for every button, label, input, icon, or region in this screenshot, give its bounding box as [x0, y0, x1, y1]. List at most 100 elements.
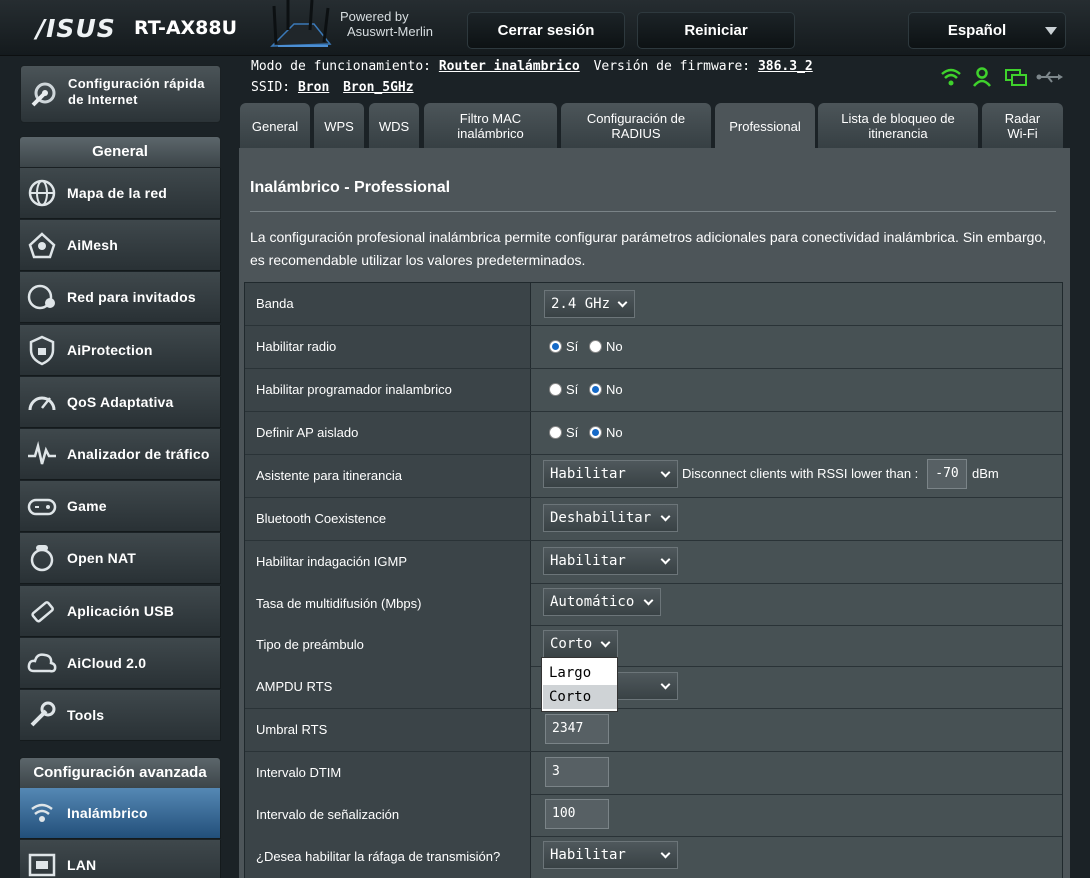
sidebar-item-aimesh[interactable]: AiMesh — [20, 220, 221, 272]
language-select[interactable]: Español — [908, 12, 1066, 49]
router-icon — [270, 0, 332, 47]
quick-setup-line-2: de Internet — [68, 92, 138, 107]
tab-configuraci-n-de[interactable]: Configuración de RADIUS — [561, 103, 711, 149]
chevron-down-icon — [600, 637, 611, 648]
gamepad-icon — [26, 490, 58, 522]
row-beacon: Intervalo de señalización 100 — [245, 794, 1062, 837]
rssi-input[interactable]: -70 — [927, 459, 967, 489]
igmp-value: Habilitar — [550, 553, 626, 569]
wifi-icon[interactable] — [941, 68, 961, 86]
tab-radar[interactable]: Radar Wi-Fi — [982, 103, 1063, 149]
ssid-24-link[interactable]: Bron — [298, 80, 329, 95]
rts-input[interactable]: 2347 — [545, 714, 609, 744]
sidebar-item-qos-adaptativa[interactable]: QoS Adaptativa — [20, 376, 221, 428]
row-rts: Umbral RTS 2347 — [245, 709, 1062, 752]
guest-network-icon — [26, 281, 58, 313]
sidebar-item-mapa-de-la-red[interactable]: Mapa de la red — [20, 168, 221, 219]
quick-setup-label: Configuración rápida de Internet — [68, 76, 205, 108]
chevron-down-icon — [660, 554, 671, 565]
dtim-input[interactable]: 3 — [545, 757, 609, 787]
roaming-select[interactable]: Habilitar — [543, 460, 678, 488]
operation-mode-line: Modo de funcionamiento: Router inalámbri… — [251, 59, 813, 74]
beacon-input[interactable]: 100 — [545, 799, 609, 829]
tab-wds[interactable]: WDS — [369, 103, 419, 149]
tab-label: Filtro MAC inalámbrico — [457, 111, 524, 141]
sidebar-section-advanced: Configuración avanzada — [19, 757, 221, 789]
scheduler-no-label: No — [606, 382, 623, 397]
preamble-label: Tipo de preámbulo — [245, 624, 531, 666]
radio-label: Habilitar radio — [245, 326, 531, 368]
preamble-dropdown-list: Largo Corto — [541, 657, 618, 712]
sidebar-item-inal-mbrico[interactable]: Inalámbrico — [20, 788, 221, 839]
preamble-option-largo[interactable]: Largo — [543, 661, 617, 685]
tab-lista-de-bloqueo-de[interactable]: Lista de bloqueo de itinerancia — [818, 103, 978, 149]
tab-professional[interactable]: Professional — [715, 103, 815, 149]
scheduler-yes-radio[interactable] — [549, 383, 562, 396]
sidebar-item-aiprotection[interactable]: AiProtection — [20, 324, 221, 376]
tab-general[interactable]: General — [240, 103, 310, 149]
wizard-icon — [31, 82, 56, 107]
wireless-icon — [26, 797, 58, 829]
wrench-icon — [26, 699, 58, 731]
ap-isolated-yes-radio[interactable] — [549, 426, 562, 439]
ap-isolated-no-radio[interactable] — [589, 426, 602, 439]
chevron-down-icon — [643, 595, 654, 606]
router-model: RT-AX88U — [134, 17, 238, 39]
quick-setup-line-1: Configuración rápida — [68, 76, 205, 91]
row-dtim: Intervalo DTIM 3 — [245, 752, 1062, 795]
tab-wps[interactable]: WPS — [314, 103, 364, 149]
preamble-option-corto[interactable]: Corto — [543, 685, 617, 709]
quick-internet-setup-button[interactable]: Configuración rápida de Internet — [20, 65, 221, 123]
radio-enable-no[interactable] — [589, 340, 602, 353]
sidebar-item-lan[interactable]: LAN — [20, 840, 221, 878]
user-icon[interactable] — [973, 67, 991, 87]
sidebar-item-open-nat[interactable]: Open NAT — [20, 533, 221, 585]
roaming-label: Asistente para itinerancia — [245, 455, 531, 497]
sidebar-item-tools[interactable]: Tools — [20, 690, 221, 741]
burst-select[interactable]: Habilitar — [543, 841, 678, 869]
devices-icon[interactable] — [1005, 69, 1027, 86]
sidebar-item-label: Analizador de tráfico — [67, 446, 210, 462]
preamble-select[interactable]: Corto — [543, 630, 618, 658]
mode-link[interactable]: Router inalámbrico — [439, 59, 580, 74]
burst-value: Habilitar — [550, 847, 626, 863]
powered-by: Powered by Asuswrt-Merlin — [340, 9, 433, 39]
sidebar-item-analizador-de-tr-fico[interactable]: Analizador de tráfico — [20, 429, 221, 480]
igmp-select[interactable]: Habilitar — [543, 547, 678, 575]
sidebar-item-aicloud-2-0[interactable]: AiCloud 2.0 — [20, 637, 221, 689]
reboot-button[interactable]: Reiniciar — [637, 12, 795, 49]
chevron-down-icon — [1045, 27, 1057, 35]
sidebar-item-red-para-invitados[interactable]: Red para invitados — [20, 272, 221, 324]
bluetooth-select[interactable]: Deshabilitar — [543, 504, 678, 532]
ssid-5-link[interactable]: Bron_5GHz — [343, 80, 413, 95]
sidebar-item-aplicaci-n-usb[interactable]: Aplicación USB — [20, 585, 221, 637]
sidebar-section-general: General — [19, 136, 221, 168]
radio-enable-yes-label: Sí — [566, 339, 579, 354]
shield-icon — [26, 334, 58, 366]
usb-app-icon — [26, 595, 58, 627]
radio-enable-yes[interactable] — [549, 340, 562, 353]
sidebar-item-label: AiMesh — [67, 237, 118, 254]
mesh-icon — [26, 229, 58, 261]
usb-icon[interactable] — [1036, 71, 1064, 83]
band-label: Banda — [245, 283, 531, 325]
roaming-value: Habilitar — [550, 466, 626, 482]
band-select[interactable]: 2.4 GHz — [544, 290, 635, 318]
multicast-select[interactable]: Automático — [543, 588, 661, 616]
row-burst: ¿Desea habilitar la ráfaga de transmisió… — [245, 836, 1062, 878]
tab-label: WPS — [324, 118, 354, 134]
firmware-link[interactable]: 386.3_2 — [758, 59, 813, 74]
firmware-label: Versión de firmware: — [593, 59, 751, 74]
ssid-line: SSID: Bron Bron_5GHz — [251, 80, 414, 95]
row-preamble: Tipo de preámbulo Corto — [245, 624, 1062, 667]
tab-filtro-mac[interactable]: Filtro MAC inalámbrico — [424, 103, 557, 149]
chevron-down-icon — [660, 467, 671, 478]
sidebar-item-game[interactable]: Game — [20, 481, 221, 533]
sidebar-item-label: Inalámbrico — [67, 805, 148, 821]
rssi-unit: dBm — [972, 466, 999, 481]
logout-button[interactable]: Cerrar sesión — [467, 12, 625, 49]
powered-line-2: Asuswrt-Merlin — [347, 24, 433, 39]
row-band: Banda 2.4 GHz — [245, 283, 1062, 326]
chevron-down-icon — [660, 679, 671, 690]
scheduler-no-radio[interactable] — [589, 383, 602, 396]
